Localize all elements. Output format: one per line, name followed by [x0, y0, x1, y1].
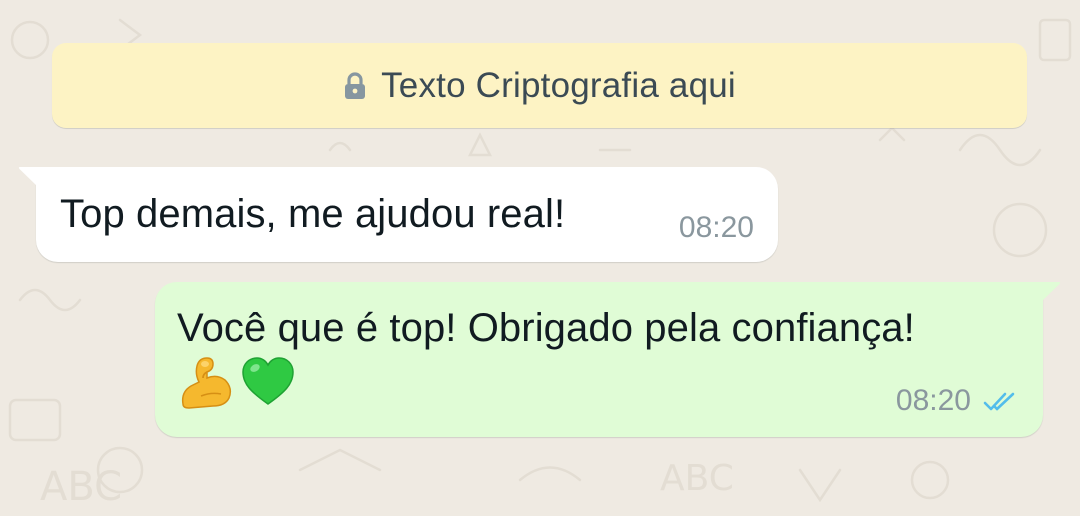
incoming-message-bubble[interactable]: Top demais, me ajudou real! 08:20	[18, 167, 778, 262]
outgoing-message-time: 08:20	[895, 384, 971, 417]
outgoing-bubble-tail	[1041, 282, 1061, 302]
encryption-banner[interactable]: Texto Criptografia aqui	[52, 43, 1027, 128]
encryption-banner-text: Texto Criptografia aqui	[381, 65, 736, 105]
flexed-biceps-emoji	[181, 357, 232, 409]
outgoing-message-bubble[interactable]: Você que é top! Obrigado pela confiança!…	[155, 282, 1061, 437]
svg-text:ABC: ABC	[660, 458, 734, 499]
incoming-bubble-tail	[18, 167, 38, 187]
lock-icon	[345, 71, 366, 99]
emoji-row	[177, 352, 297, 410]
incoming-message-time: 08:20	[678, 211, 754, 244]
svg-text:ABC: ABC	[40, 464, 122, 510]
green-heart-emoji	[242, 357, 294, 405]
incoming-message-text: Top demais, me ajudou real!	[60, 192, 566, 236]
outgoing-message-text: Você que é top! Obrigado pela confiança!	[177, 306, 915, 350]
double-check-read-icon	[983, 392, 1015, 411]
